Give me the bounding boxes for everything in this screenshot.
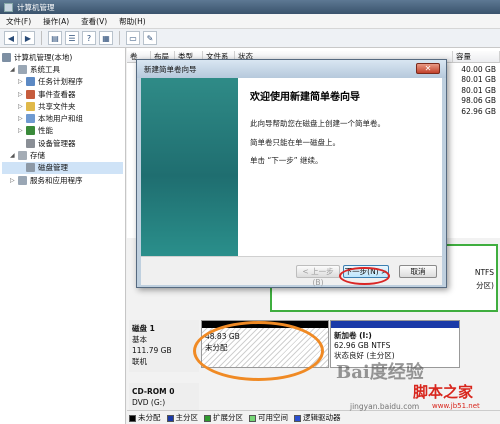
tree-system-tools[interactable]: ◢ 系统工具 (2, 63, 123, 75)
menu-file[interactable]: 文件(F) (0, 16, 37, 27)
disk-management-icon (26, 163, 35, 173)
next-highlight-ring (339, 267, 390, 285)
volume-i-name: 新加卷 (I:) (334, 331, 372, 340)
menu-help[interactable]: 帮助(H) (113, 16, 152, 27)
back-button[interactable]: < 上一步(B) (296, 265, 340, 287)
capacity-cell: 98.06 GB (461, 96, 496, 105)
collapsed-arrow-icon[interactable]: ▷ (10, 177, 18, 184)
cdrom-drive: DVD (G:) (132, 398, 166, 407)
wizard-body: 欢迎使用新建简单卷向导 此向导帮助您在磁盘上创建一个简单卷。 简单卷只能在单一磁… (141, 78, 442, 256)
disk1-type: 基本 (132, 335, 147, 344)
disk1-info[interactable]: 磁盘 1 基本 111.79 GB 联机 (129, 320, 199, 372)
cdrom-name: CD-ROM 0 (132, 387, 175, 396)
tree-local-users[interactable]: ▷ 本地用户和组 (2, 112, 123, 124)
connect-icon[interactable]: ✎ (143, 31, 157, 45)
new-simple-volume-wizard: 新建简单卷向导 ✕ 欢迎使用新建简单卷向导 此向导帮助您在磁盘上创建一个简单卷。… (136, 59, 447, 288)
capacity-cell: 62.96 GB (461, 107, 496, 116)
legend-item: 逻辑驱动器 (294, 412, 341, 423)
collapsed-arrow-icon[interactable]: ▷ (18, 78, 26, 85)
baidu-url: jingyan.baidu.com (350, 402, 420, 411)
users-icon (26, 114, 35, 124)
tree-shared-folders[interactable]: ▷ 共享文件夹 (2, 100, 123, 112)
capacity-cell: 40.00 GB (461, 65, 496, 74)
tree-task-scheduler[interactable]: ▷ 任务计划程序 (2, 76, 123, 88)
legend-item: 可用空间 (249, 412, 288, 423)
legend-item: 主分区 (166, 412, 198, 423)
jb51-watermark: 脚本之家 (413, 383, 474, 401)
tree-performance[interactable]: ▷ 性能 (2, 125, 123, 137)
collapsed-arrow-icon[interactable]: ▷ (18, 127, 26, 134)
unallocated-highlight-ring (193, 321, 324, 381)
tree-services-apps[interactable]: ▷ 服务和应用程序 (2, 174, 123, 186)
forward-icon[interactable]: ▶ (21, 31, 35, 45)
tree-disk-management[interactable]: 磁盘管理 (2, 161, 123, 174)
navigation-tree: 计算机管理(本地) ◢ 系统工具 ▷ 任务计划程序 ▷ 事件查看器 ▷ 共享文件… (0, 48, 126, 424)
collapsed-arrow-icon[interactable]: ▷ (18, 103, 26, 110)
capacity-cell: 80.01 GB (461, 86, 496, 95)
wizard-banner (141, 78, 238, 256)
wizard-title: 新建简单卷向导 (144, 64, 197, 74)
col-capacity[interactable]: 容量 (453, 51, 500, 62)
event-icon (26, 89, 35, 99)
disk-legend: 未分配 主分区 扩展分区 可用空间 逻辑驱动器 (127, 410, 500, 424)
legend-item: 扩展分区 (204, 412, 243, 423)
folder-up-icon[interactable]: ▤ (48, 31, 62, 45)
window-titlebar[interactable]: 计算机管理 (0, 0, 500, 14)
wizard-titlebar[interactable]: 新建简单卷向导 (137, 60, 446, 78)
performance-icon (26, 126, 35, 136)
computer-icon (2, 52, 11, 62)
cdrom-info[interactable]: CD-ROM 0 DVD (G:) (129, 383, 199, 411)
expand-arrow-icon[interactable]: ◢ (10, 66, 18, 73)
collapsed-arrow-icon[interactable]: ▷ (18, 115, 26, 122)
capacity-cell: 80.01 GB (461, 75, 496, 84)
jb51-url: www.jb51.net (432, 402, 480, 410)
wizard-text: 单击 “下一步” 继续。 (250, 156, 323, 165)
wizard-text: 此向导帮助您在磁盘上创建一个简单卷。 (250, 119, 385, 128)
disk-icon[interactable]: ▭ (126, 31, 140, 45)
expand-arrow-icon[interactable]: ◢ (10, 152, 18, 159)
menu-view[interactable]: 查看(V) (75, 16, 113, 27)
folder-icon (26, 101, 35, 111)
tree-device-manager[interactable]: 设备管理器 (2, 137, 123, 149)
tree-storage[interactable]: ◢ 存储 (2, 149, 123, 161)
tools-icon (18, 64, 27, 74)
device-icon (26, 138, 35, 148)
properties-icon[interactable]: ▦ (99, 31, 113, 45)
collapsed-arrow-icon[interactable]: ▷ (18, 91, 26, 98)
disk1-status: 联机 (132, 357, 147, 366)
baidu-watermark: Bai度经验 (336, 362, 424, 383)
volume-i-fs: 62.96 GB NTFS (334, 341, 391, 350)
help-icon[interactable]: ? (82, 31, 96, 45)
computer-management-icon (4, 2, 13, 12)
services-icon (18, 175, 27, 185)
wizard-heading: 欢迎使用新建简单卷向导 (250, 92, 360, 103)
window-title: 计算机管理 (17, 2, 55, 12)
tree-event-viewer[interactable]: ▷ 事件查看器 (2, 88, 123, 100)
wizard-footer: < 上一步(B) 下一步(N) > 取消 (141, 256, 442, 287)
disk1-name: 磁盘 1 (132, 324, 155, 333)
wizard-text: 简单卷只能在单一磁盘上。 (250, 138, 340, 147)
menu-bar: 文件(F) 操作(A) 查看(V) 帮助(H) (0, 14, 500, 29)
list-icon[interactable]: ☰ (65, 31, 79, 45)
clock-icon (26, 77, 35, 87)
menu-action[interactable]: 操作(A) (37, 16, 75, 27)
disk1-size: 111.79 GB (132, 346, 172, 355)
legend-item: 未分配 (129, 412, 161, 423)
close-icon[interactable]: ✕ (416, 63, 440, 74)
tree-root[interactable]: 计算机管理(本地) (2, 51, 123, 63)
cancel-button[interactable]: 取消 (399, 265, 437, 278)
storage-icon (18, 151, 27, 161)
toolbar: ◀ ▶ ▤ ☰ ? ▦ ▭ ✎ (0, 29, 500, 48)
back-icon[interactable]: ◀ (4, 31, 18, 45)
